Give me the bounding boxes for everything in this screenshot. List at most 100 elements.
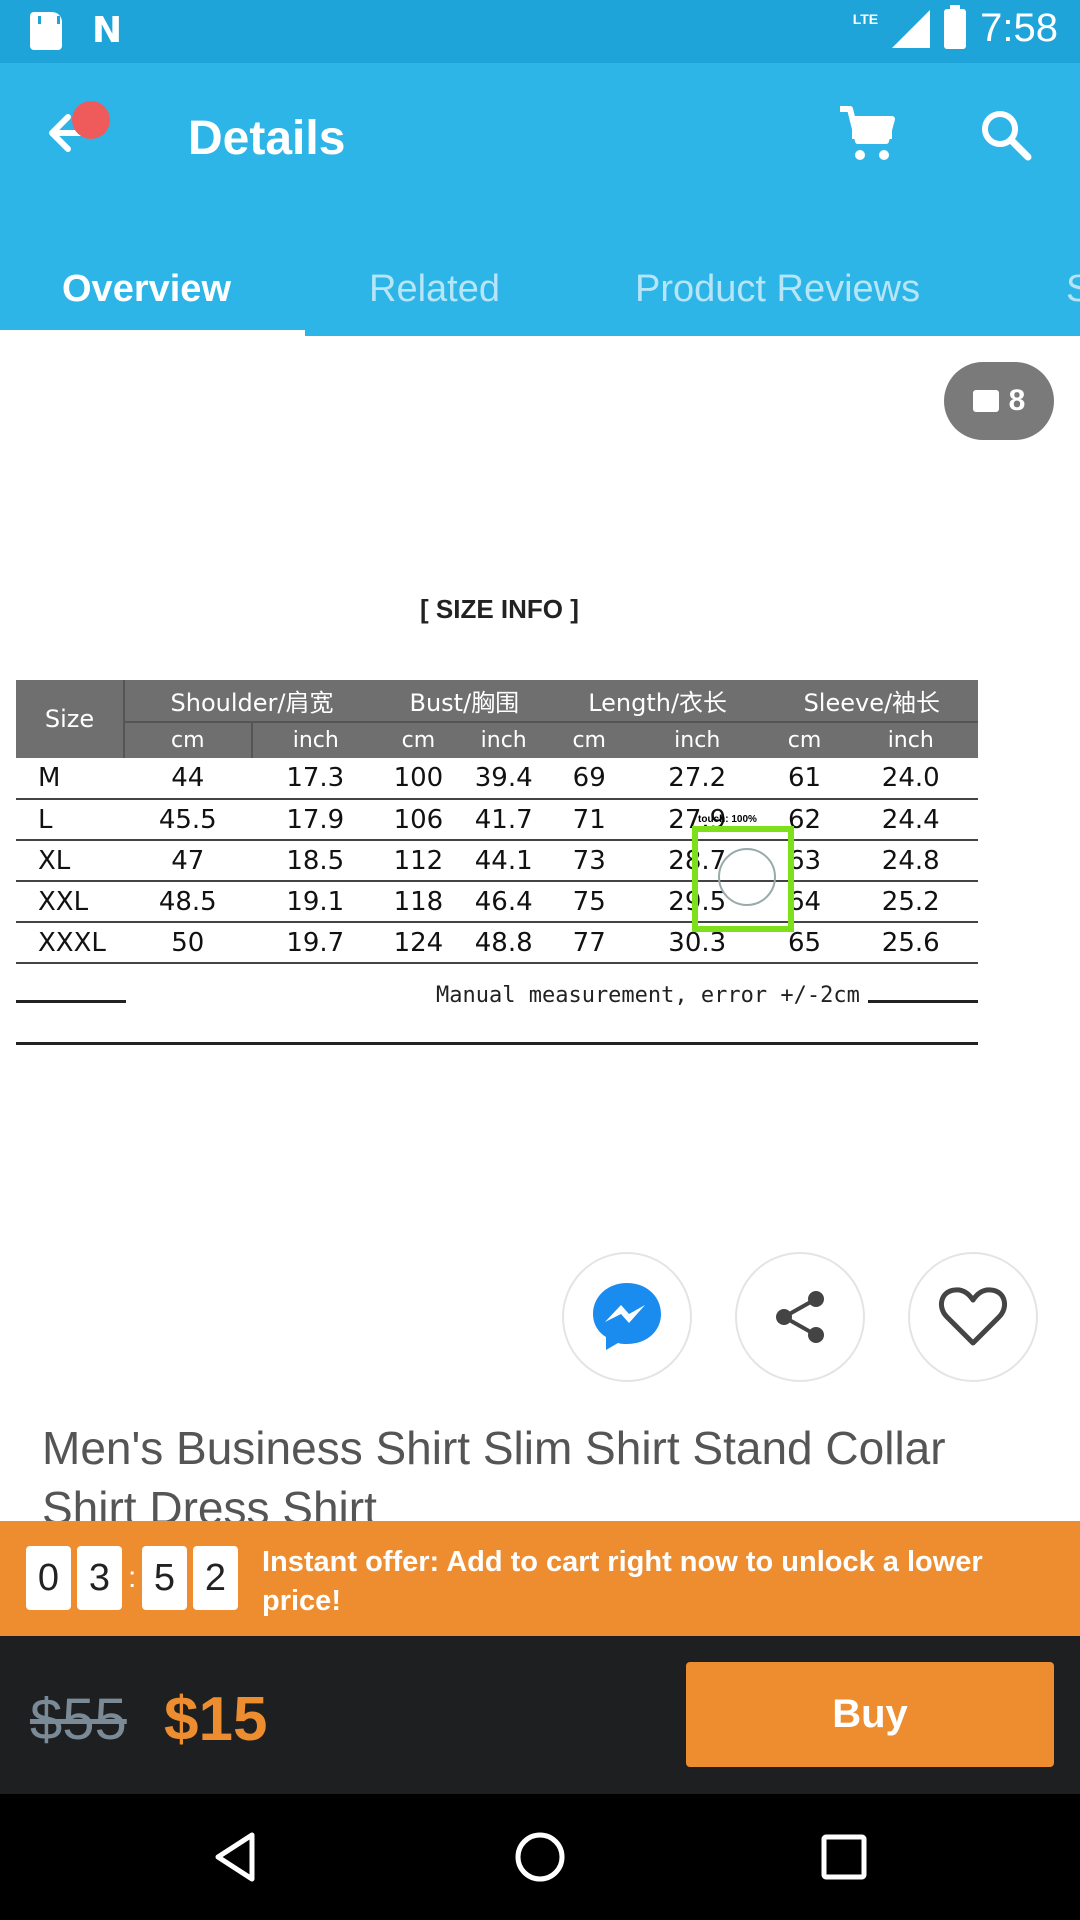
table-cell: 45.5 [124, 799, 252, 841]
unit-cell: cm [549, 721, 629, 758]
unit-cell: cm [124, 721, 253, 758]
original-price: $55 [30, 1687, 127, 1752]
divider [16, 1042, 978, 1045]
table-cell: XXL [16, 881, 124, 923]
unit-cell: cm [765, 721, 844, 758]
table-cell: 112 [379, 840, 458, 882]
table-cell: L [16, 799, 124, 841]
table-cell: 100 [379, 758, 458, 800]
timer-digit: 5 [142, 1546, 187, 1610]
table-cell: 27.2 [628, 758, 766, 800]
heart-icon [938, 1287, 1008, 1346]
share-icon [776, 1291, 824, 1343]
cart-button[interactable] [836, 103, 898, 165]
unit-cell: inch [628, 721, 766, 758]
messenger-icon [593, 1283, 661, 1350]
image-count: 8 [1008, 384, 1026, 417]
table-cell: 69 [549, 758, 629, 800]
battery-icon [944, 4, 967, 49]
table-cell: 48.8 [457, 922, 550, 964]
nav-recents-button[interactable] [814, 1827, 874, 1887]
unit-cell: cm [379, 721, 458, 758]
purchase-bar: $55 $15 Buy [0, 1636, 1080, 1794]
tab-related[interactable]: Related [369, 243, 500, 336]
nav-home-button[interactable] [510, 1827, 570, 1887]
tab-more[interactable]: S [1066, 243, 1080, 336]
nav-recents-icon [821, 1834, 867, 1880]
length-header: Length/衣长 [549, 680, 766, 722]
table-cell: 73 [549, 840, 629, 882]
measurement-note: Manual measurement, error +/-2cm [16, 983, 978, 1008]
table-cell: 46.4 [457, 881, 550, 923]
image-icon [972, 390, 999, 412]
app-bar: Details Overview Related Product Reviews… [0, 63, 1080, 336]
table-cell: 106 [379, 799, 458, 841]
page-title: Details [188, 112, 346, 165]
n-logo-icon: N [92, 10, 123, 51]
table-cell: 24.8 [843, 840, 978, 882]
nav-back-button[interactable] [206, 1827, 266, 1887]
offer-text: Instant offer: Add to cart right now to … [262, 1546, 983, 1617]
timer-digit: 2 [193, 1546, 238, 1610]
clock: 7:58 [980, 6, 1058, 50]
table-cell: XXXL [16, 922, 124, 964]
table-cell: 48.5 [124, 881, 252, 923]
table-cell: 17.3 [251, 758, 380, 800]
network-type: LTE [852, 10, 879, 27]
table-row: M 44 17.3 100 39.4 69 27.2 61 24.0 [16, 758, 978, 800]
cart-icon [840, 106, 895, 160]
share-button[interactable] [735, 1252, 865, 1382]
table-row: XL 47 18.5 112 44.1 73 28.7 63 24.8 [16, 840, 978, 882]
buy-button[interactable]: Buy [686, 1662, 1054, 1767]
unit-cell: inch [843, 721, 978, 758]
table-row: XXL 48.5 19.1 118 46.4 75 29.5 64 25.2 [16, 881, 978, 923]
signal-icon [892, 9, 931, 48]
search-button[interactable] [976, 105, 1036, 165]
timer-digit: 3 [77, 1546, 122, 1610]
table-cell: 44.1 [457, 840, 550, 882]
tab-product-reviews[interactable]: Product Reviews [635, 243, 920, 336]
nav-home-icon [515, 1832, 565, 1882]
table-cell: XL [16, 840, 124, 882]
units-row: cm inch cm inch cm inch cm inch [16, 721, 978, 758]
table-cell: 61 [765, 758, 844, 800]
table-cell: 41.7 [457, 799, 550, 841]
product-image-gallery[interactable]: 8 [ SIZE INFO ] Size Shoulder/肩宽 Bust/胸围… [0, 336, 1080, 1236]
size-table-header: Size Shoulder/肩宽 Bust/胸围 Length/衣长 Sleev… [16, 680, 978, 758]
notification-dot [72, 101, 110, 139]
table-cell: 75 [549, 881, 629, 923]
nav-back-icon [215, 1832, 255, 1882]
timer-separator: : [128, 1561, 137, 1594]
table-cell: M [16, 758, 124, 800]
table-cell: 124 [379, 922, 458, 964]
image-count-badge[interactable]: 8 [944, 362, 1054, 440]
status-bar: N LTE 7:58 [0, 0, 1080, 63]
divider [16, 999, 126, 1003]
unit-cell: inch [251, 721, 380, 758]
countdown-timer: 0 3 : 5 2 [26, 1546, 238, 1610]
timer-digit: 0 [26, 1546, 71, 1610]
tab-overview[interactable]: Overview [62, 243, 231, 336]
table-cell: 44 [124, 758, 252, 800]
table-row: XXXL 50 19.7 124 48.8 77 30.3 65 25.6 [16, 922, 978, 964]
sleeve-header: Sleeve/袖长 [765, 680, 978, 722]
touch-indicator: touch: 100% [692, 814, 794, 932]
tab-bar: Overview Related Product Reviews S [0, 243, 1080, 336]
measurement-note-text: Manual measurement, error +/-2cm [430, 983, 866, 1008]
table-cell: 71 [549, 799, 629, 841]
size-info-title: [ SIZE INFO ] [420, 594, 579, 624]
messenger-share-button[interactable] [562, 1252, 692, 1382]
table-cell: 17.9 [251, 799, 380, 841]
table-cell: 25.2 [843, 881, 978, 923]
instant-offer-banner[interactable]: 0 3 : 5 2 Instant offer: Add to cart rig… [0, 1521, 1080, 1636]
table-cell: 19.1 [251, 881, 380, 923]
table-cell: 50 [124, 922, 252, 964]
table-cell: 24.4 [843, 799, 978, 841]
sale-price: $15 [164, 1685, 268, 1754]
table-cell: 77 [549, 922, 629, 964]
touch-circle [718, 848, 776, 906]
bust-header: Bust/胸围 [379, 680, 550, 722]
wishlist-button[interactable] [908, 1252, 1038, 1382]
unit-cell: inch [457, 721, 550, 758]
table-cell: 118 [379, 881, 458, 923]
